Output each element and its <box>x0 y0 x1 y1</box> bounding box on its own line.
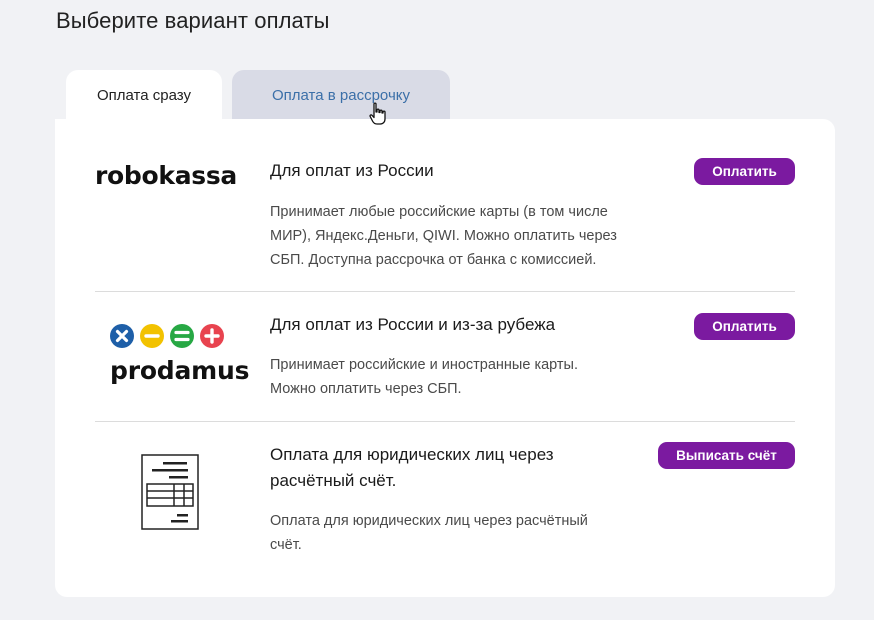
description-line: СБП. Доступна рассрочка от банка с комис… <box>270 252 597 268</box>
minus-circle-icon <box>140 324 164 348</box>
divider <box>95 421 795 422</box>
close-circle-icon <box>110 324 134 348</box>
method-title: Оплата для юридических лиц через расчётн… <box>270 442 554 494</box>
equals-circle-icon <box>170 324 194 348</box>
pay-button-robokassa[interactable]: Оплатить <box>694 158 795 185</box>
description-line: МИР), Яндекс.Деньги, QIWI. Можно оплатит… <box>270 228 617 244</box>
description-line: Принимает любые российские карты (в том … <box>270 204 608 220</box>
robokassa-logo: robokassa <box>95 161 238 190</box>
prodamus-logo-icons <box>110 324 230 348</box>
title-line: расчётный счёт. <box>270 471 397 490</box>
description-line: счёт. <box>270 537 302 553</box>
method-description: Принимает любые российские карты (в том … <box>270 200 617 272</box>
method-description: Принимает российские и иностранные карты… <box>270 353 578 401</box>
payment-page: Выберите вариант оплаты Оплата сразу Опл… <box>0 0 874 620</box>
description-line: Оплата для юридических лиц через расчётн… <box>270 513 588 529</box>
issue-invoice-button[interactable]: Выписать счёт <box>658 442 795 469</box>
tab-installments[interactable]: Оплата в рассрочку <box>232 70 450 120</box>
invoice-document-icon <box>141 454 199 530</box>
description-line: Принимает российские и иностранные карты… <box>270 357 579 373</box>
divider <box>95 291 795 292</box>
pay-button-prodamus[interactable]: Оплатить <box>694 313 795 340</box>
prodamus-logo-text: prodamus <box>110 356 250 385</box>
payment-methods-panel: robokassa Для оплат из России Принимает … <box>55 119 835 597</box>
plus-circle-icon <box>200 324 224 348</box>
tab-pay-now[interactable]: Оплата сразу <box>66 70 222 120</box>
hand-pointer-cursor-icon <box>369 102 386 125</box>
title-line: Оплата для юридических лиц через <box>270 445 554 464</box>
description-line: Можно оплатить через СБП. <box>270 381 462 397</box>
page-title: Выберите вариант оплаты <box>56 8 330 33</box>
method-description: Оплата для юридических лиц через расчётн… <box>270 509 588 557</box>
method-title: Для оплат из России и из-за рубежа <box>270 315 556 334</box>
method-title: Для оплат из России <box>270 161 434 180</box>
